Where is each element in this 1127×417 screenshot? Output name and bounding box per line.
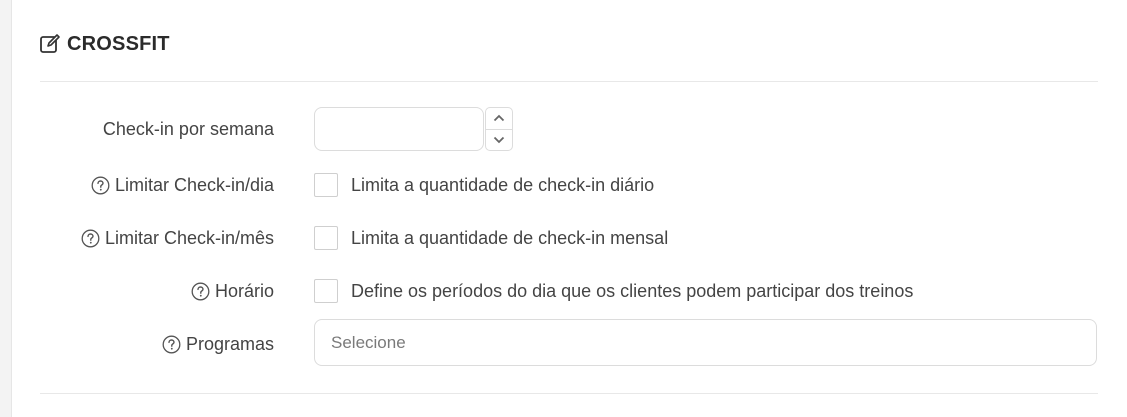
row-checkin-week: Check-in por semana	[40, 107, 1098, 151]
schedule-label: Horário	[40, 281, 274, 302]
limit-day-description: Limita a quantidade de check-in diário	[351, 174, 655, 195]
section-title: CROSSFIT	[67, 32, 170, 55]
programs-select[interactable]: Selecione	[314, 319, 1097, 366]
section-header: CROSSFIT	[39, 30, 170, 58]
programs-control: Selecione	[314, 319, 1097, 366]
crossfit-panel: CROSSFIT Check-in por semana Limitar Che…	[11, 0, 1127, 417]
limit-day-checkbox[interactable]	[314, 173, 338, 197]
checkin-week-spinner	[485, 107, 513, 151]
chevron-down-icon	[493, 131, 505, 149]
schedule-checkbox[interactable]	[314, 279, 338, 303]
limit-month-description: Limita a quantidade de check-in mensal	[351, 227, 669, 248]
increment-button[interactable]	[485, 107, 513, 130]
programs-label-text: Programas	[185, 334, 274, 354]
limit-month-checkbox[interactable]	[314, 226, 338, 250]
programs-placeholder: Selecione	[331, 332, 406, 352]
checkin-week-label-text: Check-in por semana	[102, 118, 274, 139]
help-icon[interactable]	[162, 335, 181, 354]
edit-icon	[39, 33, 61, 55]
row-limit-month: Limitar Check-in/mês Limita a quantidade…	[40, 226, 1098, 250]
decrement-button[interactable]	[485, 129, 513, 151]
row-programs: Programas Selecione	[40, 319, 1098, 366]
limit-day-label: Limitar Check-in/dia	[40, 175, 274, 196]
limit-day-label-text: Limitar Check-in/dia	[114, 174, 274, 195]
help-icon[interactable]	[191, 282, 210, 301]
row-limit-day: Limitar Check-in/dia Limita a quantidade…	[40, 173, 1098, 197]
schedule-label-text: Horário	[214, 280, 274, 301]
checkin-week-input[interactable]	[314, 107, 484, 151]
bottom-divider	[40, 393, 1098, 394]
top-divider	[40, 81, 1098, 82]
schedule-control: Define os períodos do dia que os cliente…	[314, 279, 913, 303]
chevron-up-icon	[493, 109, 505, 127]
checkin-week-control	[314, 107, 513, 151]
limit-month-label-text: Limitar Check-in/mês	[104, 227, 274, 248]
help-icon[interactable]	[81, 229, 100, 248]
programs-label: Programas	[40, 330, 274, 355]
limit-month-control: Limita a quantidade de check-in mensal	[314, 226, 668, 250]
checkin-week-label: Check-in por semana	[40, 119, 274, 140]
help-icon[interactable]	[91, 176, 110, 195]
schedule-description: Define os períodos do dia que os cliente…	[351, 280, 914, 301]
limit-day-control: Limita a quantidade de check-in diário	[314, 173, 654, 197]
row-schedule: Horário Define os períodos do dia que os…	[40, 279, 1098, 303]
limit-month-label: Limitar Check-in/mês	[40, 228, 274, 249]
